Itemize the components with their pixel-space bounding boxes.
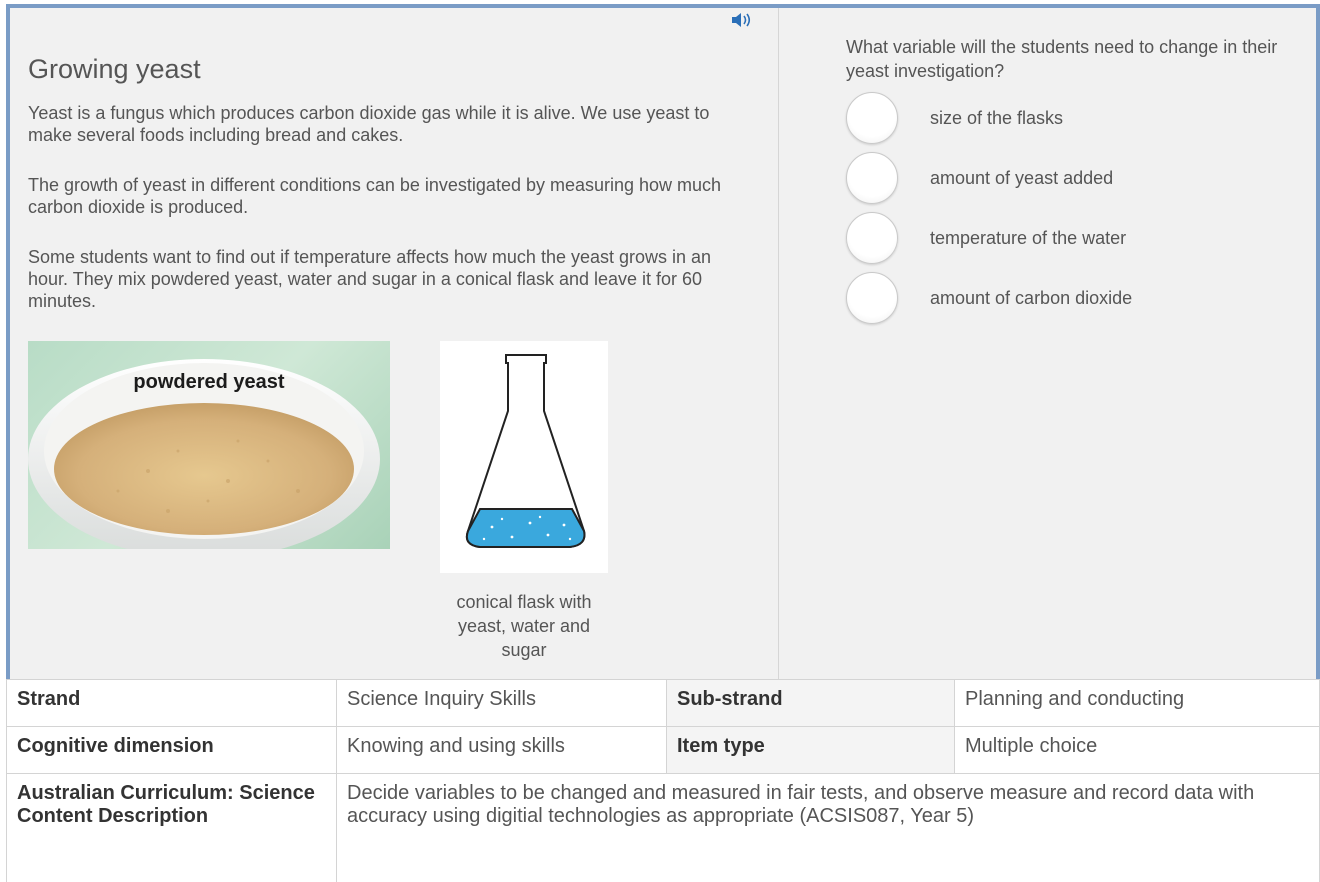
strand-label: Strand xyxy=(6,679,337,727)
question-text: What variable will the students need to … xyxy=(846,37,1278,81)
question-pane: What variable will the students need to … xyxy=(779,8,1316,679)
radio-button[interactable] xyxy=(846,92,898,144)
table-row: Australian Curriculum: Science Content D… xyxy=(6,773,1320,882)
table-row: Cognitive dimension Knowing and using sk… xyxy=(6,726,1320,774)
itemtype-label: Item type xyxy=(666,726,955,774)
stimulus-pane: Growing yeast Yeast is a fungus which pr… xyxy=(10,8,778,679)
curriculum-value: Decide variables to be changed and measu… xyxy=(336,773,1320,882)
radio-button[interactable] xyxy=(846,152,898,204)
cognitive-label: Cognitive dimension xyxy=(6,726,337,774)
answer-options: size of the flasks amount of yeast added… xyxy=(846,92,1306,332)
stimulus-paragraph: Yeast is a fungus which produces carbon … xyxy=(28,103,710,145)
powdered-yeast-image: powdered yeast xyxy=(28,341,390,549)
option-label: temperature of the water xyxy=(930,228,1127,248)
stimulus-paragraph: Some students want to find out if temper… xyxy=(28,247,712,311)
curriculum-label: Australian Curriculum: Science Content D… xyxy=(6,773,337,882)
speaker-icon[interactable] xyxy=(730,12,752,28)
flask-caption: conical flask with yeast, water and suga… xyxy=(456,592,592,660)
table-row: Strand Science Inquiry Skills Sub-strand… xyxy=(6,679,1320,727)
answer-option[interactable]: temperature of the water xyxy=(846,212,1306,272)
strand-value: Science Inquiry Skills xyxy=(336,679,667,727)
option-label: amount of carbon dioxide xyxy=(930,288,1133,308)
substrand-value: Planning and conducting xyxy=(954,679,1320,727)
itemtype-value: Multiple choice xyxy=(954,726,1320,774)
item-frame: Growing yeast Yeast is a fungus which pr… xyxy=(6,4,1320,679)
item-metadata-table: Strand Science Inquiry Skills Sub-strand… xyxy=(6,679,1320,882)
option-label: size of the flasks xyxy=(930,108,1064,128)
radio-button[interactable] xyxy=(846,212,898,264)
stimulus-title: Growing yeast xyxy=(28,54,201,84)
conical-flask-image xyxy=(440,341,608,573)
stimulus-paragraph: The growth of yeast in different conditi… xyxy=(28,175,722,217)
radio-button[interactable] xyxy=(846,272,898,324)
substrand-label: Sub-strand xyxy=(666,679,955,727)
yeast-image-label: powdered yeast xyxy=(133,371,285,393)
answer-option[interactable]: size of the flasks xyxy=(846,92,1306,152)
cognitive-value: Knowing and using skills xyxy=(336,726,667,774)
answer-option[interactable]: amount of yeast added xyxy=(846,152,1306,212)
answer-option[interactable]: amount of carbon dioxide xyxy=(846,272,1306,332)
option-label: amount of yeast added xyxy=(930,168,1114,188)
